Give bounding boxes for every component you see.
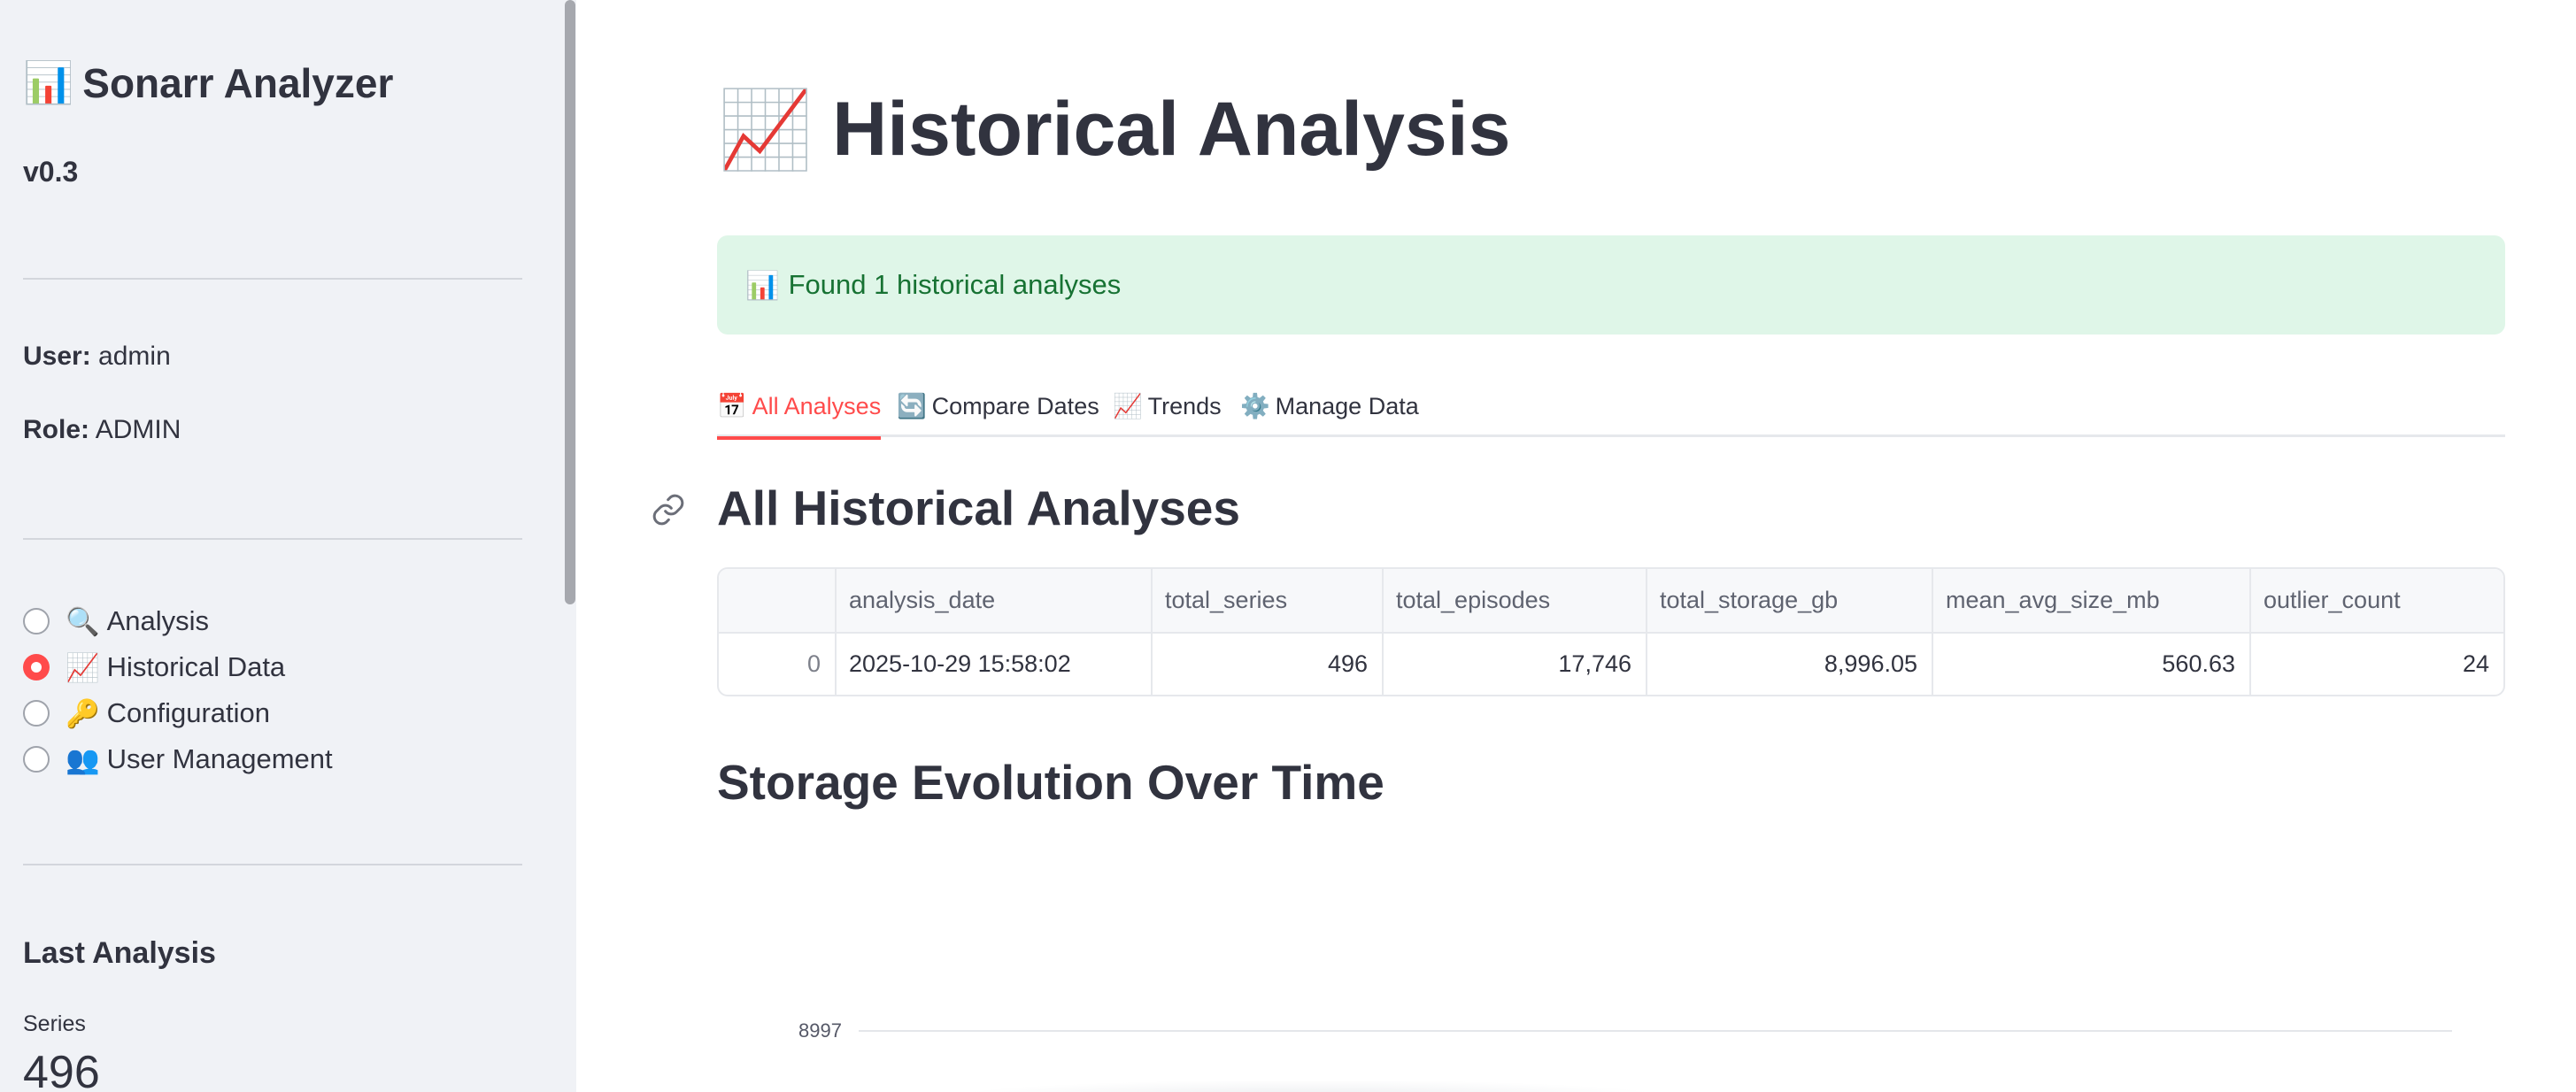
role-value: ADMIN — [95, 415, 181, 444]
sidebar-divider — [23, 278, 522, 280]
chart-increasing-icon: 📈 — [66, 651, 100, 683]
column-header[interactable]: total_episodes — [1383, 569, 1647, 634]
user-value: admin — [98, 342, 171, 371]
role-info: Role: ADMIN — [23, 415, 181, 445]
key-icon: 🔑 — [66, 697, 100, 729]
table-cell[interactable]: 8,996.05 — [1647, 633, 1933, 695]
radio-button[interactable] — [23, 700, 50, 727]
bar-chart-icon: 📊 — [23, 59, 74, 105]
sidebar: 📊 Sonarr Analyzer v0.3 User: admin Role:… — [0, 0, 576, 1092]
page-title-text: Historical Analysis — [832, 87, 1511, 172]
tab-label: Compare Dates — [931, 392, 1099, 419]
role-label: Role: — [23, 415, 89, 444]
column-header-index[interactable] — [719, 569, 837, 634]
tab-label: Trends — [1147, 392, 1222, 419]
nav-label: Historical Data — [106, 651, 286, 682]
nav-label: Analysis — [106, 605, 210, 636]
refresh-icon: 🔄 — [897, 393, 927, 419]
tab-label: Manage Data — [1275, 392, 1419, 419]
nav-item-historical-data[interactable]: 📈 Historical Data — [23, 644, 333, 690]
nav-item-configuration[interactable]: 🔑 Configuration — [23, 690, 333, 736]
section-heading-all-analyses: All Historical Analyses — [717, 481, 1240, 535]
app-root: 📊 Sonarr Analyzer v0.3 User: admin Role:… — [0, 0, 2576, 1092]
user-label: User: — [23, 342, 91, 371]
alert-text: Found 1 historical analyses — [788, 269, 1122, 300]
table-cell-index[interactable]: 0 — [719, 633, 837, 695]
main-content: 📈 Historical Analysis 📊 Found 1 historic… — [576, 0, 2576, 1092]
page-nav-radio-group: 🔍 Analysis 📈 Historical Data 🔑 Configura… — [23, 598, 333, 782]
chart-gridline — [859, 1030, 2452, 1032]
chart-shadow — [947, 1080, 1673, 1092]
magnifier-icon: 🔍 — [66, 605, 100, 637]
y-axis-tick-label: 8997 — [798, 1019, 842, 1042]
tab-manage-data[interactable]: ⚙️ Manage Data — [1240, 375, 1419, 437]
analyses-table[interactable]: analysis_date total_series total_episode… — [717, 567, 2505, 696]
column-header[interactable]: total_series — [1152, 569, 1384, 634]
tab-trends[interactable]: 📈 Trends — [1113, 375, 1222, 437]
tab-compare-dates[interactable]: 🔄 Compare Dates — [897, 375, 1099, 437]
column-header[interactable]: total_storage_gb — [1647, 569, 1933, 634]
table-cell[interactable]: 24 — [2250, 633, 2503, 695]
tab-all-analyses[interactable]: 📅 All Analyses — [717, 375, 882, 440]
calendar-icon: 📅 — [717, 393, 747, 419]
user-info: User: admin — [23, 342, 171, 372]
table-cell[interactable]: 560.63 — [1932, 633, 2251, 695]
chart-increasing-icon: 📈 — [1113, 393, 1143, 419]
table-row: 0 2025-10-29 15:58:02 496 17,746 8,996.0… — [719, 633, 2503, 695]
table-header-row: analysis_date total_series total_episode… — [719, 569, 2503, 634]
radio-button[interactable] — [23, 746, 50, 773]
metric-label: Series — [23, 1011, 86, 1036]
tab-label: All Analyses — [752, 392, 882, 419]
nav-label: Configuration — [106, 697, 271, 728]
app-title-text: Sonarr Analyzer — [82, 59, 394, 106]
nav-label: User Management — [106, 743, 333, 774]
nav-item-user-management[interactable]: 👥 User Management — [23, 736, 333, 782]
sidebar-divider — [23, 538, 522, 540]
column-header[interactable]: analysis_date — [836, 569, 1153, 634]
link-icon[interactable] — [651, 492, 686, 527]
radio-button[interactable] — [23, 608, 50, 634]
metric-value: 496 — [23, 1047, 100, 1092]
sidebar-divider — [23, 864, 522, 865]
users-icon: 👥 — [66, 743, 100, 775]
gear-icon: ⚙️ — [1240, 393, 1270, 419]
chart-increasing-icon: 📈 — [718, 88, 814, 173]
bar-chart-icon: 📊 — [745, 269, 780, 301]
app-version: v0.3 — [23, 156, 79, 188]
column-header[interactable]: mean_avg_size_mb — [1932, 569, 2251, 634]
nav-item-analysis[interactable]: 🔍 Analysis — [23, 598, 333, 644]
radio-button-selected[interactable] — [23, 654, 50, 681]
sidebar-scrollbar[interactable] — [565, 0, 575, 604]
column-header[interactable]: outlier_count — [2250, 569, 2503, 634]
table-cell[interactable]: 2025-10-29 15:58:02 — [836, 633, 1153, 695]
storage-chart[interactable]: 8997 — [717, 991, 2487, 1092]
last-analysis-heading: Last Analysis — [23, 936, 216, 970]
success-alert: 📊 Found 1 historical analyses — [717, 235, 2505, 335]
table-cell[interactable]: 496 — [1152, 633, 1384, 695]
table-cell[interactable]: 17,746 — [1383, 633, 1647, 695]
tab-bar: 📅 All Analyses 🔄 Compare Dates 📈 Trends … — [717, 375, 2505, 440]
app-title: 📊 Sonarr Analyzer — [23, 58, 393, 107]
page-title: 📈 Historical Analysis — [718, 85, 1510, 174]
section-heading-storage-evolution: Storage Evolution Over Time — [717, 755, 1384, 810]
